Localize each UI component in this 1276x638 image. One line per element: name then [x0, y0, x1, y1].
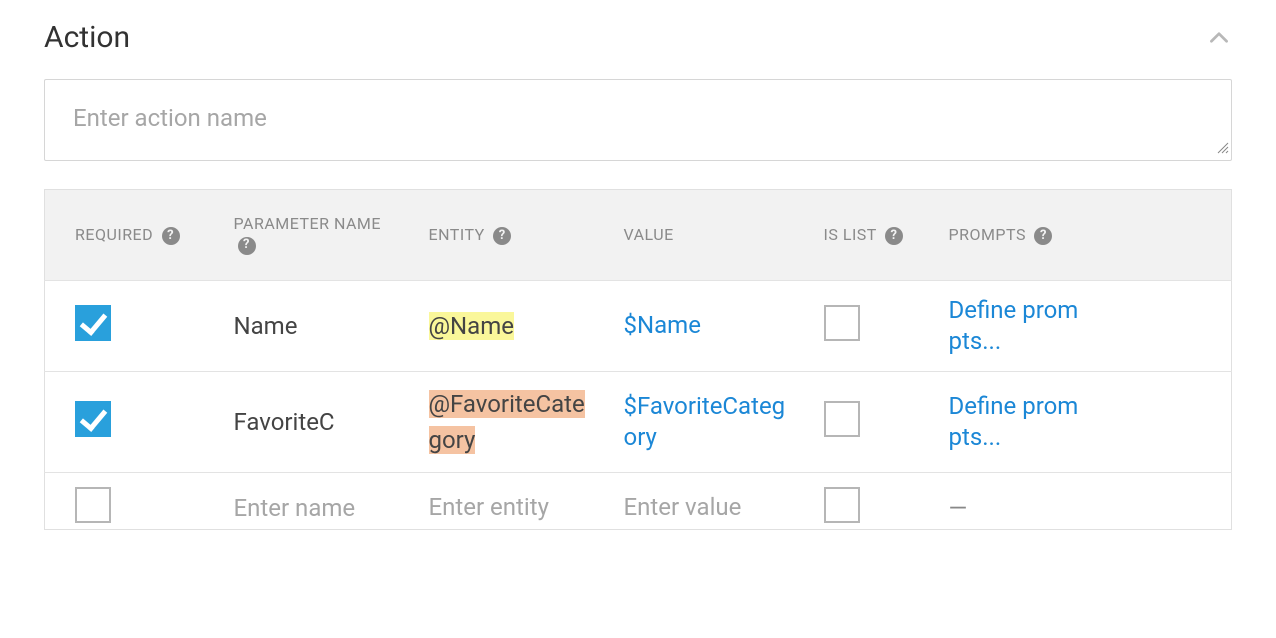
table-row: FavoriteC @FavoriteCategory $FavoriteCat… — [45, 371, 1232, 472]
help-icon[interactable]: ? — [885, 227, 903, 245]
parameter-name-input[interactable]: Enter name — [234, 494, 401, 522]
is-list-checkbox[interactable] — [824, 487, 860, 523]
define-prompts-link[interactable]: Define prompts... — [949, 391, 1079, 453]
section-title: Action — [44, 20, 130, 55]
required-checkbox[interactable] — [75, 487, 111, 523]
header-required: REQUIRED ? — [45, 190, 220, 281]
header-is-list: IS LIST ? — [810, 190, 935, 281]
is-list-checkbox[interactable] — [824, 401, 860, 437]
required-checkbox[interactable] — [75, 305, 111, 341]
parameter-name-cell[interactable]: Name — [234, 312, 401, 340]
help-icon[interactable]: ? — [1034, 227, 1052, 245]
help-icon[interactable]: ? — [162, 227, 180, 245]
entity-tag: @FavoriteCategory — [429, 390, 585, 454]
header-prompts: PROMPTS ? — [935, 190, 1232, 281]
entity-cell[interactable]: @FavoriteCategory — [429, 386, 589, 458]
help-icon[interactable]: ? — [493, 227, 511, 245]
is-list-checkbox[interactable] — [824, 305, 860, 341]
define-prompts-link[interactable]: Define prompts... — [949, 295, 1079, 357]
parameter-name-cell[interactable]: FavoriteC — [234, 408, 401, 436]
value-input[interactable]: Enter value — [624, 492, 796, 523]
entity-cell[interactable]: @Name — [429, 308, 589, 344]
help-icon[interactable]: ? — [238, 237, 256, 255]
table-row-new: Enter name Enter entity Enter value — — [45, 472, 1232, 529]
required-checkbox[interactable] — [75, 401, 111, 437]
header-entity: ENTITY ? — [415, 190, 610, 281]
section-header: Action — [44, 20, 1232, 55]
action-name-input[interactable] — [45, 80, 1231, 156]
prompts-placeholder: — — [949, 494, 968, 522]
value-cell[interactable]: $FavoriteCategory — [624, 391, 796, 453]
collapse-chevron-up-icon[interactable] — [1206, 25, 1232, 51]
header-value: VALUE — [610, 190, 810, 281]
entity-input[interactable]: Enter entity — [429, 492, 589, 523]
header-parameter-name: PARAMETER NAME ? — [220, 190, 415, 281]
action-section: Action REQUIRED ? PARAMETER NAME ? — [0, 0, 1276, 530]
parameters-table: REQUIRED ? PARAMETER NAME ? ENTITY ? VAL… — [44, 189, 1232, 530]
resize-handle-icon[interactable] — [1217, 139, 1229, 158]
action-name-field-wrap — [44, 79, 1232, 161]
table-header-row: REQUIRED ? PARAMETER NAME ? ENTITY ? VAL… — [45, 190, 1232, 281]
value-cell[interactable]: $Name — [624, 310, 796, 341]
entity-tag: @Name — [429, 312, 515, 340]
table-row: Name @Name $Name Define prompts... — [45, 280, 1232, 371]
